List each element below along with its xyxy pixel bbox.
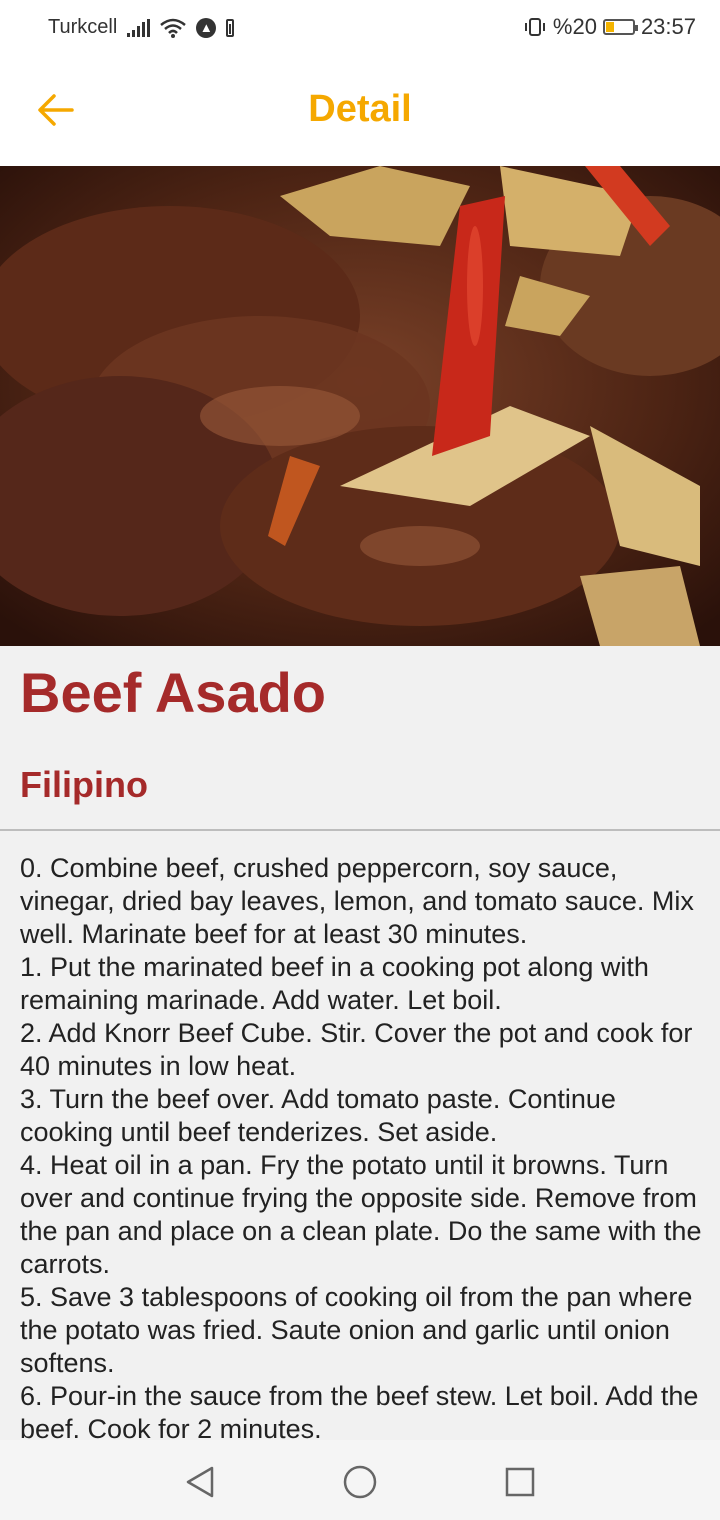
wifi-icon bbox=[160, 18, 187, 38]
page-title: Detail bbox=[308, 88, 412, 130]
recipe-title: Beef Asado bbox=[20, 661, 327, 724]
nav-home-button[interactable] bbox=[340, 1462, 380, 1502]
recipe-cuisine: Filipino bbox=[20, 764, 148, 805]
instruction-step: 0. Combine beef, crushed peppercorn, soy… bbox=[20, 853, 694, 949]
vibrate-icon bbox=[524, 18, 545, 36]
instruction-step: 6. Pour-in the sauce from the beef stew.… bbox=[20, 1381, 699, 1440]
signal-icon bbox=[127, 18, 151, 37]
instruction-step: 2. Add Knorr Beef Cube. Stir. Cover the … bbox=[20, 1018, 693, 1081]
battery-icon bbox=[602, 19, 638, 35]
status-left: Turkcell ▲ bbox=[48, 16, 235, 39]
status-bar: Turkcell ▲ %20 23:57 bbox=[0, 0, 720, 56]
recents-square-icon bbox=[505, 1467, 535, 1497]
nav-back-button[interactable] bbox=[180, 1462, 220, 1502]
instruction-step: 1. Put the marinated beef in a cooking p… bbox=[20, 952, 649, 1015]
instruction-step: 5. Save 3 tablespoons of cooking oil fro… bbox=[20, 1282, 693, 1378]
status-right: %20 23:57 bbox=[523, 14, 696, 40]
battery-percent: %20 bbox=[552, 14, 597, 39]
carrier-name: Turkcell bbox=[48, 16, 118, 38]
instruction-step: 3. Turn the beef over. Add tomato paste.… bbox=[20, 1084, 616, 1147]
small-battery-icon bbox=[226, 18, 235, 37]
instruction-step: 4. Heat oil in a pan. Fry the potato unt… bbox=[20, 1150, 702, 1279]
app-bar: Detail bbox=[0, 56, 720, 166]
back-triangle-icon bbox=[186, 1466, 214, 1498]
nav-recents-button[interactable] bbox=[500, 1462, 540, 1502]
clock: 23:57 bbox=[640, 14, 696, 39]
divider bbox=[0, 829, 720, 831]
instructions-list[interactable]: 0. Combine beef, crushed peppercorn, soy… bbox=[20, 852, 704, 1440]
a-badge-icon: ▲ bbox=[196, 17, 217, 38]
home-circle-icon bbox=[343, 1465, 377, 1499]
food-photo bbox=[0, 166, 720, 646]
recipe-image bbox=[0, 166, 720, 646]
system-nav-bar bbox=[0, 1440, 720, 1520]
